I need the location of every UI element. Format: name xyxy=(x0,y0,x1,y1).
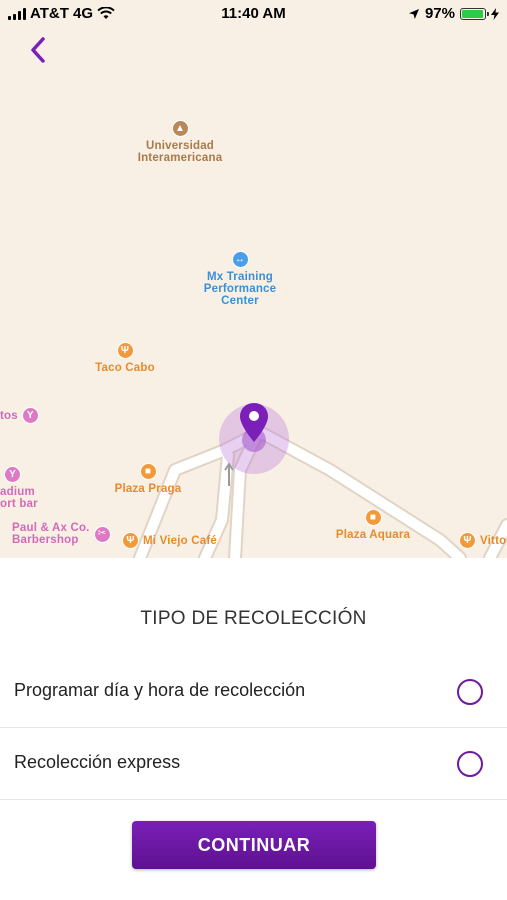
scissors-icon: ✂ xyxy=(93,525,111,543)
continue-button[interactable]: CONTINUAR xyxy=(132,821,376,869)
poi-label: Taco Cabo xyxy=(95,362,155,374)
poi-paul-ax[interactable]: Paul & Ax Co. Barbershop ✂ xyxy=(12,522,111,546)
poi-label: Mi Viejo Café xyxy=(143,534,217,547)
poi-label: Vitto xyxy=(480,534,507,547)
chevron-left-icon xyxy=(31,37,45,63)
poi-label: Universidad xyxy=(145,140,215,152)
poi-label: Barbershop xyxy=(12,534,79,546)
poi-taco-cabo[interactable]: Ψ Taco Cabo xyxy=(85,342,165,374)
location-pin-icon[interactable] xyxy=(238,402,270,444)
poi-label: Interamericana xyxy=(137,152,223,164)
poi-label: Plaza Praga xyxy=(114,483,182,495)
fork-knife-icon: Ψ xyxy=(116,342,134,359)
radio-button[interactable] xyxy=(457,751,483,777)
graduation-cap-icon: ▲ xyxy=(171,120,189,137)
shopping-bag-icon: ■ xyxy=(139,463,157,480)
poi-label: Performance xyxy=(203,283,277,295)
poi-vitto[interactable]: Ψ Vitto xyxy=(459,532,506,549)
option-label: Programar día y hora de recolección xyxy=(14,680,306,700)
option-express-pickup[interactable]: Recolección express xyxy=(0,728,507,800)
poi-label: Paul & Ax Co. xyxy=(12,522,90,534)
poi-label: Center xyxy=(221,295,259,307)
location-arrow-icon xyxy=(408,8,419,19)
dumbbell-icon: ↔ xyxy=(231,251,249,268)
poi-label: Mx Training xyxy=(206,271,274,283)
cocktail-icon: Y xyxy=(21,407,39,424)
map-view[interactable]: ▲ Universidad Interamericana ↔ Mx Traini… xyxy=(0,0,507,558)
poi-stadium-bar[interactable]: Y adium ort bar xyxy=(0,466,44,510)
poi-cocktail-left[interactable]: tos Y xyxy=(0,407,39,424)
poi-plaza-praga[interactable]: ■ Plaza Praga xyxy=(108,463,188,495)
poi-label: adium xyxy=(0,486,35,498)
poi-label: Plaza Aquara xyxy=(335,529,411,541)
cocktail-icon: Y xyxy=(4,466,21,483)
poi-mi-viejo-cafe[interactable]: Ψ Mi Viejo Café xyxy=(122,532,217,549)
poi-label: tos xyxy=(0,409,18,422)
section-title: TIPO DE RECOLECCIÓN xyxy=(140,608,367,629)
fork-knife-icon: Ψ xyxy=(459,532,476,549)
option-label: Recolección express xyxy=(14,752,181,772)
fork-knife-icon: Ψ xyxy=(122,532,139,549)
poi-label: ort bar xyxy=(0,498,38,510)
shopping-bag-icon: ■ xyxy=(364,509,382,526)
battery-fill xyxy=(462,9,484,18)
back-button[interactable] xyxy=(22,34,54,66)
poi-plaza-aquara[interactable]: ■ Plaza Aquara xyxy=(330,509,416,541)
pickup-type-panel: TIPO DE RECOLECCIÓN Programar día y hora… xyxy=(0,558,507,900)
charging-bolt-icon xyxy=(491,7,499,20)
option-schedule-pickup[interactable]: Programar día y hora de recolección xyxy=(0,656,507,728)
battery-icon xyxy=(460,7,489,20)
poi-mx-training[interactable]: ↔ Mx Training Performance Center xyxy=(190,251,290,307)
radio-button[interactable] xyxy=(457,679,483,705)
battery-percent: 97% xyxy=(424,5,455,22)
poi-universidad[interactable]: ▲ Universidad Interamericana xyxy=(130,120,230,164)
status-bar: AT&T 4G 11:40 AM 97% xyxy=(0,0,507,28)
